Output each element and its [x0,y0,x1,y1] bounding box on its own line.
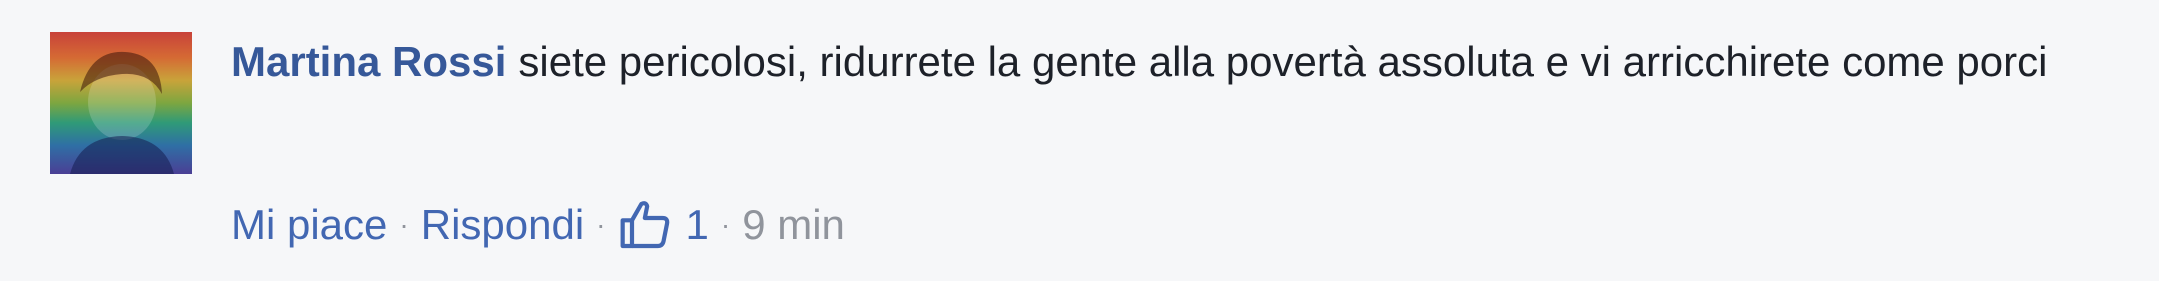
author-name-link[interactable]: Martina Rossi [231,38,506,85]
comment-text: siete pericolosi, ridurrete la gente all… [518,38,2048,85]
comment-text-block: Martina Rossi siete pericolosi, ridurrete… [231,28,2051,96]
comment-actions: Mi piace · Rispondi · 1 · 9 min [231,190,845,260]
separator: · [399,209,409,240]
separator: · [720,209,731,240]
avatar-photo [70,51,174,174]
like-count-button[interactable]: 1 [618,197,709,253]
like-count: 1 [685,201,709,248]
comment: Martina Rossi siete pericolosi, ridurrete… [0,0,2159,281]
comment-body: Martina Rossi siete pericolosi, ridurrete… [231,28,2131,96]
thumbs-up-icon [620,201,669,249]
timestamp[interactable]: 9 min [742,201,845,249]
avatar[interactable] [50,32,192,174]
separator: · [596,209,606,240]
reply-link[interactable]: Rispondi [421,201,584,249]
like-link[interactable]: Mi piace [231,201,387,249]
